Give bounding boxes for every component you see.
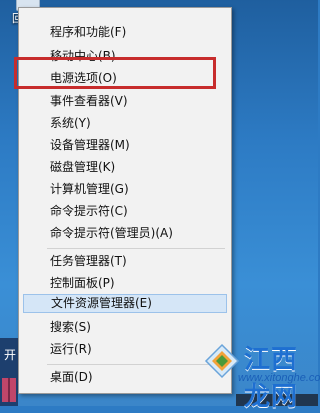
menu-item-task-manager[interactable]: 任务管理器(T) xyxy=(23,252,227,271)
start-screen-edge: 开 xyxy=(0,338,18,406)
menu-item-desktop[interactable]: 桌面(D) xyxy=(23,368,227,387)
menu-item-mobility-center[interactable]: 移动中心(B) xyxy=(23,47,227,66)
menu-item-run[interactable]: 运行(R) xyxy=(23,340,227,359)
menu-item-system[interactable]: 系统(Y) xyxy=(23,114,227,133)
menu-item-device-manager[interactable]: 设备管理器(M) xyxy=(23,136,227,155)
watermark-logo-icon xyxy=(204,343,240,379)
menu-item-control-panel[interactable]: 控制面板(P) xyxy=(23,274,227,293)
menu-item-programs-features[interactable]: 程序和功能(F) xyxy=(23,23,227,42)
menu-separator xyxy=(47,248,225,249)
menu-item-event-viewer[interactable]: 事件查看器(V) xyxy=(23,92,227,111)
menu-item-command-prompt-admin[interactable]: 命令提示符(管理员)(A) xyxy=(23,224,227,243)
start-tiles-fragment xyxy=(2,378,16,402)
menu-item-command-prompt[interactable]: 命令提示符(C) xyxy=(23,202,227,221)
menu-item-file-explorer[interactable]: 文件资源管理器(E) xyxy=(23,294,227,313)
menu-item-computer-management[interactable]: 计算机管理(G) xyxy=(23,180,227,199)
menu-item-search[interactable]: 搜索(S) xyxy=(23,318,227,337)
menu-item-power-options[interactable]: 电源选项(O) xyxy=(23,69,227,88)
watermark: 江西龙网 www.xitonghe.com xyxy=(200,335,320,412)
menu-item-disk-management[interactable]: 磁盘管理(K) xyxy=(23,158,227,177)
start-fragment-label: 开 xyxy=(4,348,17,362)
watermark-url: www.xitonghe.com xyxy=(238,372,320,384)
menu-separator xyxy=(47,364,225,365)
